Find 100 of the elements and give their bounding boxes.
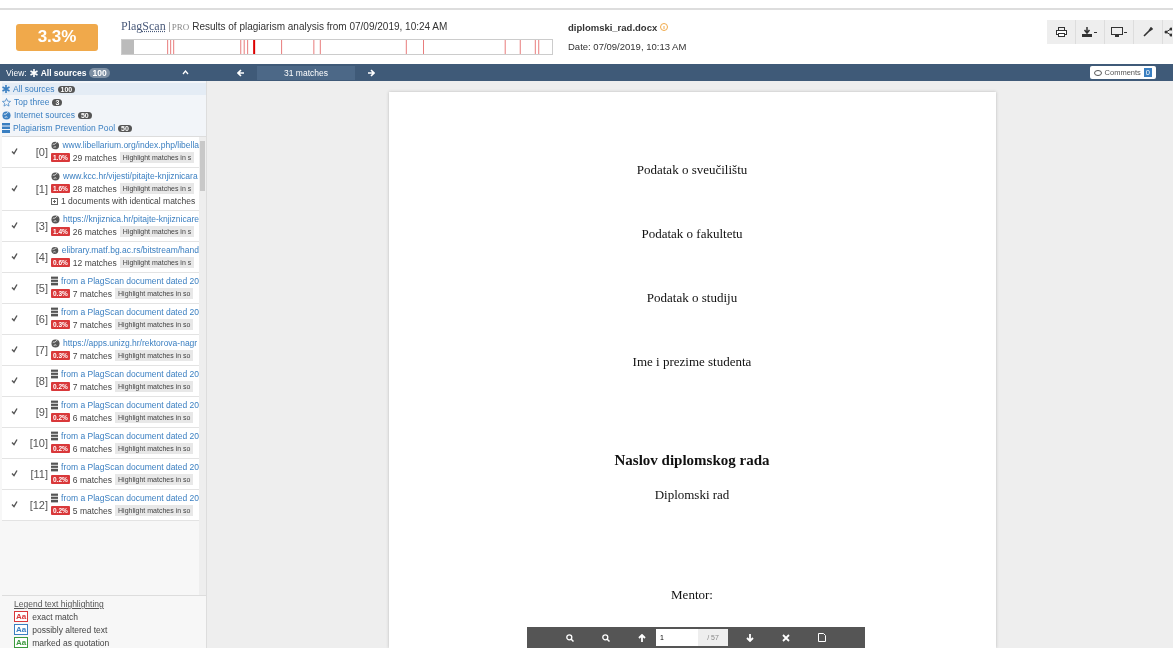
- source-index: [10]: [28, 436, 48, 449]
- filter-link[interactable]: Plagiarism Prevention Pool: [13, 123, 116, 133]
- document-icon[interactable]: [818, 633, 826, 642]
- globe-icon: [51, 245, 59, 255]
- source-link[interactable]: from a PlagScan document dated 20: [61, 431, 199, 441]
- highlight-sample: Aa: [14, 624, 29, 635]
- highlight-sample: Aa: [14, 611, 29, 622]
- source-link[interactable]: from a PlagScan document dated 20: [61, 493, 199, 503]
- source-link[interactable]: from a PlagScan document dated 20: [61, 462, 199, 472]
- match-count: 31 matches: [257, 65, 355, 80]
- source-checkbox[interactable]: [10, 469, 18, 478]
- logo: PlagScan: [121, 19, 166, 34]
- filter-link[interactable]: Top three: [14, 97, 50, 107]
- source-link[interactable]: from a PlagScan document dated 20: [61, 276, 199, 286]
- legend-title: Legend text highlighting: [14, 599, 105, 609]
- document-line: Mentor:: [671, 587, 713, 603]
- source-link[interactable]: www.kcc.hr/vijesti/pitajte-knjiznicara: [63, 171, 198, 181]
- expand-icon[interactable]: [51, 197, 58, 205]
- zoom-out-icon[interactable]: [602, 633, 610, 642]
- document-line: Ime i prezime studenta: [632, 354, 752, 370]
- source-checkbox[interactable]: [10, 314, 18, 323]
- source-checkbox[interactable]: [10, 438, 18, 447]
- asterisk-icon: [29, 68, 38, 77]
- match-count: 12 matches: [72, 257, 117, 268]
- match-count: 7 matches: [72, 319, 113, 330]
- source-index: [7]: [34, 343, 48, 356]
- database-icon: [51, 276, 58, 286]
- database-icon: [51, 462, 58, 472]
- source-checkbox[interactable]: [10, 252, 18, 261]
- star-icon: [2, 97, 11, 107]
- globe-icon: [51, 214, 60, 224]
- logo-tag: PRO: [168, 22, 190, 32]
- source-checkbox[interactable]: [10, 184, 18, 193]
- plagiarism-score: 3.3%: [16, 23, 98, 51]
- source-index: [1]: [34, 182, 48, 195]
- source-link[interactable]: from a PlagScan document dated 20: [61, 400, 199, 410]
- globe-icon: [51, 338, 60, 348]
- collapse-icon[interactable]: [182, 70, 189, 75]
- view-count: 100: [89, 67, 110, 78]
- source-checkbox[interactable]: [10, 283, 18, 292]
- globe-icon: [51, 140, 60, 150]
- source-index: [12]: [28, 498, 48, 511]
- filter-link[interactable]: Internet sources: [14, 110, 75, 120]
- document-line: Podatak o sveučilištu: [636, 162, 748, 178]
- source-checkbox[interactable]: [10, 147, 18, 156]
- print-icon: [1055, 27, 1067, 37]
- source-checkbox[interactable]: [10, 376, 18, 385]
- legend-label: possibly altered text: [32, 624, 108, 635]
- globe-icon: [51, 171, 60, 181]
- document-line: Podatak o fakultetu: [641, 226, 743, 242]
- document-line: Podatak o studiju: [646, 290, 738, 306]
- source-link[interactable]: https://knjiznica.hr/pitajte-knjiznicare: [62, 214, 199, 224]
- source-link[interactable]: from a PlagScan document dated 20: [61, 369, 199, 379]
- document-title: Naslov diplomskog rada: [614, 452, 770, 469]
- source-index: [3]: [34, 219, 48, 232]
- results-title: Results of plagiarism analysis from 07/09/2019, 10:24 AM: [192, 21, 448, 32]
- source-link[interactable]: www.libellarium.org/index.php/libella: [62, 140, 199, 150]
- source-index: [4]: [34, 250, 48, 263]
- monitor-icon: [1110, 27, 1128, 37]
- source-index: [11]: [29, 467, 48, 480]
- source-checkbox[interactable]: [10, 500, 18, 509]
- identical-matches-text: 1 documents with identical matches: [61, 196, 196, 206]
- zoom-in-icon[interactable]: [566, 633, 574, 642]
- filter-link[interactable]: All sources: [13, 84, 55, 94]
- source-index: [0]: [34, 145, 48, 158]
- match-count: 7 matches: [72, 381, 113, 392]
- view-selector[interactable]: All sources: [40, 67, 87, 78]
- asterisk-icon: [2, 85, 10, 93]
- database-icon: [51, 307, 58, 317]
- match-count: 28 matches: [72, 183, 117, 194]
- source-checkbox[interactable]: [10, 221, 18, 230]
- database-icon: [51, 493, 58, 503]
- file-name: diplomski_rad.docx: [568, 22, 687, 33]
- previous-match-icon[interactable]: [237, 68, 245, 77]
- source-checkbox[interactable]: [10, 407, 18, 416]
- source-link[interactable]: from a PlagScan document dated 20: [61, 307, 199, 317]
- previous-page-icon[interactable]: [638, 633, 646, 642]
- source-index: [8]: [34, 374, 48, 387]
- scrollbar[interactable]: [199, 137, 206, 595]
- match-count: 6 matches: [72, 474, 113, 485]
- match-count: 29 matches: [72, 152, 117, 163]
- next-match-icon[interactable]: [367, 68, 375, 77]
- highlight-sample: Aa: [14, 637, 29, 648]
- next-page-icon[interactable]: [746, 633, 754, 642]
- source-checkbox[interactable]: [10, 345, 18, 354]
- fullscreen-icon[interactable]: [782, 633, 790, 642]
- wrench-icon: [1143, 27, 1153, 37]
- source-index: [5]: [34, 281, 48, 294]
- match-count: 6 matches: [72, 443, 113, 454]
- legend-label: marked as quotation: [32, 637, 110, 648]
- database-icon: [51, 369, 58, 379]
- source-link[interactable]: https://apps.unizg.hr/rektorova-nagr: [63, 338, 198, 348]
- comment-icon: [1093, 69, 1102, 76]
- source-link[interactable]: elibrary.matf.bg.ac.rs/bitstream/hand: [61, 245, 199, 255]
- source-index: [9]: [34, 405, 48, 418]
- info-icon: [659, 23, 668, 31]
- database-icon: [2, 123, 10, 133]
- view-label: View:: [6, 67, 27, 78]
- document-line: Diplomski rad: [654, 487, 730, 503]
- database-icon: [51, 400, 58, 410]
